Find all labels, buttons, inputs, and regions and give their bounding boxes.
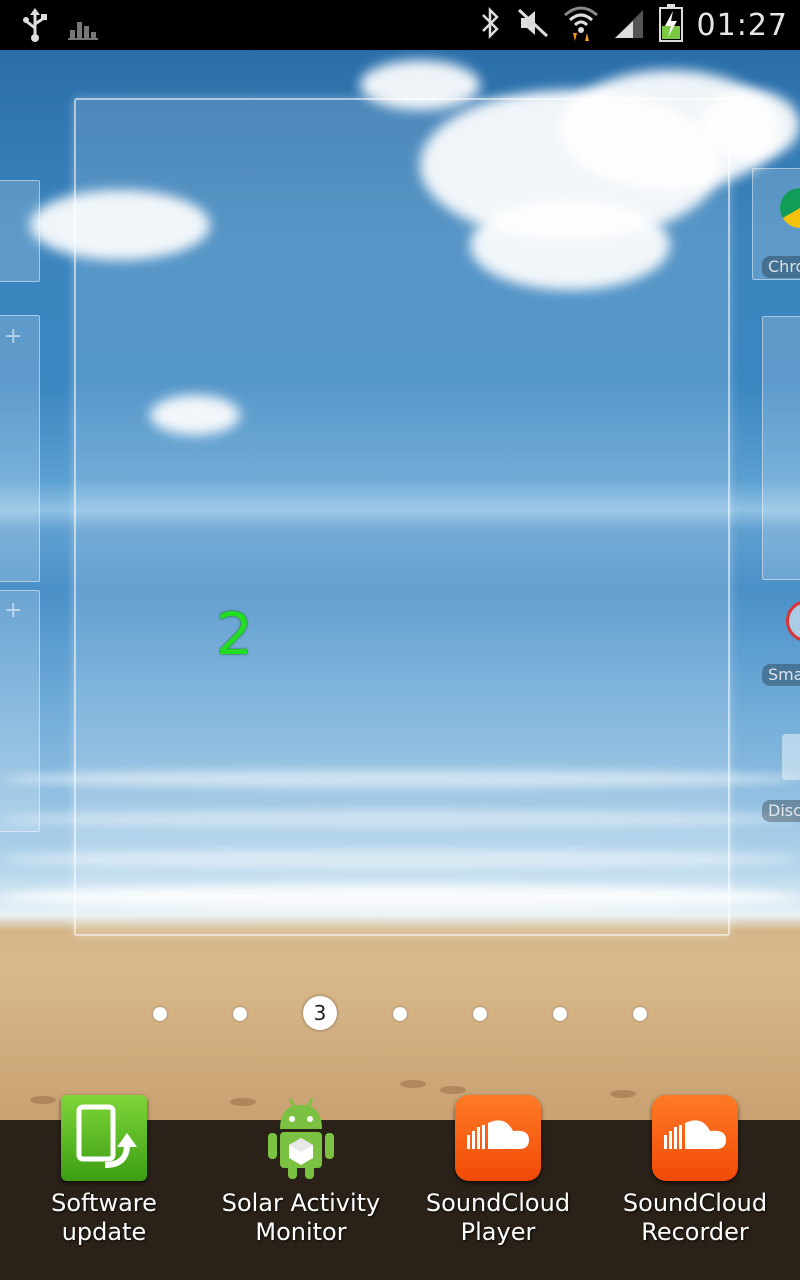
page-dot-2[interactable] xyxy=(233,1007,247,1021)
soundcloud-icon xyxy=(455,1095,541,1181)
app-soundcloud-player[interactable]: SoundCloud Player xyxy=(400,1095,596,1247)
app-software-update[interactable]: Software update xyxy=(6,1095,202,1247)
app-soundcloud-recorder[interactable]: SoundCloud Recorder xyxy=(597,1095,793,1247)
soundcloud-icon xyxy=(652,1095,738,1181)
home-page-panel-right[interactable]: Chro Sma Disc xyxy=(752,168,800,828)
page-dot-6[interactable] xyxy=(553,1007,567,1021)
battery-charging-icon xyxy=(658,4,683,46)
disc-app-icon xyxy=(782,734,800,780)
usb-icon xyxy=(20,8,50,46)
page-indicator: 3 xyxy=(0,996,800,1032)
page-dot-active[interactable]: 3 xyxy=(303,996,337,1030)
smart-app-icon xyxy=(786,600,800,642)
app-label-chrome: Chro xyxy=(762,256,800,278)
add-icon: + xyxy=(4,324,23,349)
wifi-icon xyxy=(563,3,599,47)
home-page-panel-left[interactable]: + + xyxy=(0,180,40,832)
page-number-label: 2 xyxy=(216,600,253,668)
app-label: SoundCloud Player xyxy=(425,1189,571,1246)
page-dot-7[interactable] xyxy=(633,1007,647,1021)
app-label-smart: Sma xyxy=(762,664,800,686)
status-clock: 01:27 xyxy=(696,7,788,43)
android-icon xyxy=(258,1095,344,1181)
page-dot-1[interactable] xyxy=(153,1007,167,1021)
mute-icon xyxy=(517,6,549,44)
page-dot-5[interactable] xyxy=(473,1007,487,1021)
app-label-disc: Disc xyxy=(762,800,800,822)
home-screen: 01:27 + + 2 Chro Sma Disc 3 xyxy=(0,0,800,1280)
software-update-icon xyxy=(61,1095,147,1181)
app-label: Software update xyxy=(51,1189,157,1246)
bluetooth-icon xyxy=(479,6,503,44)
status-bar: 01:27 xyxy=(0,0,800,50)
cell-signal-icon xyxy=(613,6,645,44)
add-icon: + xyxy=(4,598,23,623)
signal-stats-icon xyxy=(68,8,98,46)
app-label: SoundCloud Recorder xyxy=(622,1189,768,1246)
home-page-panel-current[interactable] xyxy=(74,98,730,936)
app-label: Solar Activity Monitor xyxy=(221,1189,381,1246)
page-dot-4[interactable] xyxy=(393,1007,407,1021)
app-solar-activity-monitor[interactable]: Solar Activity Monitor xyxy=(203,1095,399,1247)
